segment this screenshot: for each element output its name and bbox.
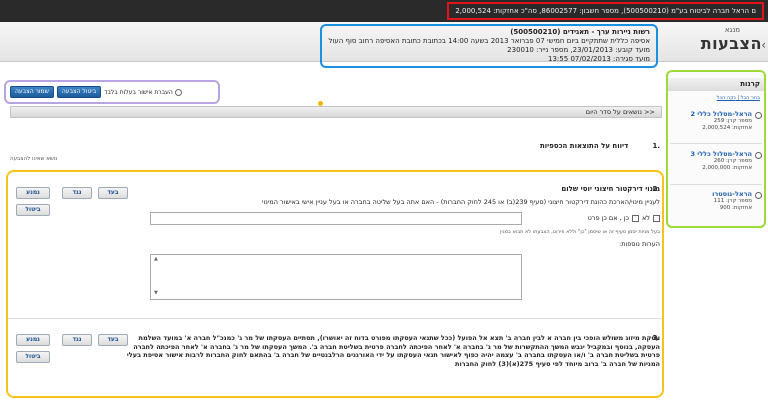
- account-fund-number: מספר קרן: 111: [713, 198, 752, 204]
- account-holdings: אחזקות: 2,000,000: [702, 165, 752, 171]
- scroll-up-icon[interactable]: ▲: [154, 256, 158, 262]
- divider: [670, 143, 762, 144]
- account-info: ם הראל חברה לביטוח בע"מ (500500210), מספ…: [447, 2, 764, 20]
- meeting-info: רשות ניירות ערך - תאגידים (500500210) אס…: [320, 24, 658, 68]
- meeting-record-date: מועד קובע: 23/01/2013, מספר נייר: 230010: [507, 46, 650, 54]
- account-radio[interactable]: [755, 152, 762, 159]
- vote-for-button[interactable]: בעד: [98, 187, 128, 199]
- details-input[interactable]: [150, 212, 522, 225]
- no-vote-note: נושא שאינו להצבעה: [10, 156, 58, 162]
- divider: [670, 184, 762, 185]
- vote-actions: העברת אישור בעלות בלבד ביטול הצבעה שמור …: [4, 80, 220, 104]
- account-fund-number: מספר קרן: 260: [713, 158, 752, 164]
- vote-abstain-button[interactable]: נמנע: [16, 187, 50, 199]
- yes-checkbox[interactable]: [631, 214, 639, 222]
- yes-label: כן , אם כן פרט: [587, 214, 629, 222]
- account-name[interactable]: הראל-מסלול כללי 2: [668, 110, 752, 118]
- item-title: עסקת מיזוג משולש הופכי בין חברה א לבין ח…: [126, 334, 660, 368]
- meeting-title: רשות ניירות ערך - תאגידים (500500210): [510, 28, 650, 36]
- item-note: בעל מניות יסמן סעיף זה או שיסמן "כן" ולל…: [500, 229, 660, 235]
- vote-cancel-button[interactable]: ביטול: [16, 351, 50, 363]
- item-title: מינוי דירקטור חיצוני יוסי שלום: [561, 185, 660, 193]
- item-title: דיווח על התוצאות הכספיות: [539, 142, 629, 150]
- account-name[interactable]: הראל-מסלול כללי 3: [668, 150, 752, 158]
- owner-only-label: העברת אישור בעלות בלבד: [104, 88, 173, 96]
- account-fund-number: מספר קרן: 259: [713, 118, 752, 124]
- no-label: לא: [641, 214, 650, 222]
- no-checkbox[interactable]: [653, 214, 660, 222]
- accounts-header[interactable]: קרנות: [668, 78, 764, 91]
- meeting-description: אסיפה כללית שתתקיים ביום חמישי 07 פברואר…: [328, 37, 650, 45]
- item-number: .1: [652, 142, 660, 150]
- account-radio[interactable]: [755, 112, 762, 119]
- divider: [8, 318, 662, 319]
- chevron-left-icon[interactable]: ‹: [761, 38, 766, 52]
- item-question: לעניין מינוי/הארכת כהונת דירקטור חיצוני …: [262, 198, 660, 206]
- owner-only-option[interactable]: העברת אישור בעלות בלבד: [104, 88, 182, 96]
- page-title-block: מנגא הצבעות: [662, 26, 762, 53]
- agenda-header[interactable]: << נושאים על סדר היום: [10, 106, 662, 118]
- account-item[interactable]: הראל-מסלול כללי 2 מספר קרן: 259 אחזקות: …: [668, 110, 764, 132]
- account-holdings: אחזקות: 900: [719, 205, 752, 211]
- account-selection-links: בחר הכל | נקה הכל: [716, 95, 760, 101]
- comments-textarea[interactable]: [150, 254, 522, 300]
- vote-cancel-button[interactable]: ביטול: [16, 204, 50, 216]
- vote-for-button[interactable]: בעד: [98, 334, 128, 346]
- account-holdings: אחזקות: 2,000,524: [702, 125, 752, 131]
- vote-against-button[interactable]: נגד: [62, 334, 92, 346]
- vote-against-button[interactable]: נגד: [62, 187, 92, 199]
- account-name[interactable]: הראל-נוסטרו: [668, 190, 752, 198]
- clear-all-link[interactable]: נקה הכל: [717, 95, 736, 101]
- cancel-vote-button[interactable]: ביטול הצבעה: [56, 86, 102, 98]
- save-vote-button[interactable]: שמור הצבעה: [10, 86, 54, 98]
- account-item[interactable]: הראל-נוסטרו מספר קרן: 111 אחזקות: 900: [668, 190, 764, 212]
- account-radio[interactable]: [755, 192, 762, 199]
- comments-label: הערות נוספות:: [619, 240, 660, 248]
- agenda-item-1: .1 דיווח על התוצאות הכספיות: [10, 142, 660, 154]
- scroll-down-icon[interactable]: ▼: [154, 290, 158, 296]
- page-title-small: מנגא: [724, 26, 740, 34]
- page-title: הצבעות: [700, 34, 762, 53]
- select-all-link[interactable]: בחר הכל: [741, 95, 760, 101]
- meeting-closing-date: מועד סגירה: 07/02/2013 13:55: [548, 55, 650, 63]
- vote-abstain-button[interactable]: נמנע: [16, 334, 50, 346]
- account-item[interactable]: הראל-מסלול כללי 3 מספר קרן: 260 אחזקות: …: [668, 150, 764, 172]
- owner-only-radio[interactable]: [174, 88, 182, 96]
